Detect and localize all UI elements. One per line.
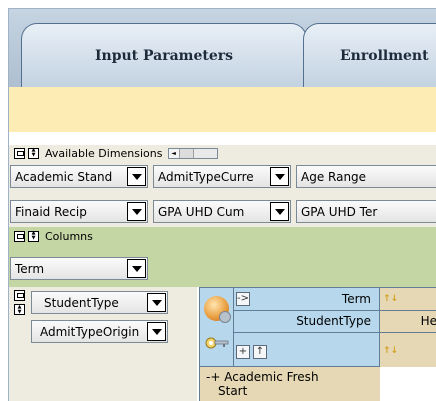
chevron-down-icon[interactable]	[270, 202, 289, 221]
spacer	[9, 132, 436, 145]
available-dimensions-panel: ▲ ▼ Available Dimensions ◄ Academic Stand…	[9, 145, 436, 227]
dimension-label: StudentType	[44, 295, 119, 310]
column-dimension-header: Term	[341, 292, 371, 306]
column-member-header: ↑↓ He ↑↓	[380, 287, 436, 367]
dimension-gpa-uhd-term[interactable]: GPA UHD Ter	[296, 200, 436, 223]
chevron-down-icon[interactable]	[147, 293, 166, 312]
divider	[234, 332, 380, 333]
scroll-left-icon[interactable]: ◄	[168, 148, 180, 158]
tab-input-parameters[interactable]: Input Parameters	[21, 23, 307, 87]
pivot-grid: -> Term StudentType + ↑ ↑↓ He ↑↓ -+ Acad	[199, 287, 436, 401]
tab-enrollment[interactable]: Enrollment	[303, 23, 436, 87]
divider	[380, 332, 436, 333]
row-dimension-student-type[interactable]: StudentType	[31, 291, 168, 314]
key-icon	[205, 337, 229, 349]
olap-cube-icon	[204, 296, 231, 323]
dimension-gpa-uhd-cum[interactable]: GPA UHD Cum	[153, 200, 291, 223]
column-dimension-term[interactable]: Term	[10, 257, 148, 280]
dimension-label: Age Range	[301, 169, 367, 184]
available-dimensions-label: Available Dimensions	[45, 146, 163, 160]
chevron-down-icon[interactable]	[127, 202, 146, 221]
olap-pivot-frame: Input Parameters Enrollment ▲ ▼ Available…	[8, 8, 436, 401]
dimension-academic-standing[interactable]: Academic Stand	[10, 165, 148, 188]
sort-button[interactable]: ↑	[253, 345, 267, 359]
divider	[233, 288, 234, 368]
dimension-label: Academic Stand	[15, 169, 113, 184]
available-dimensions-header: ▲ ▼ Available Dimensions ◄	[14, 145, 218, 161]
dimension-label: GPA UHD Ter	[301, 204, 378, 219]
chevron-down-icon[interactable]	[127, 167, 146, 186]
rows-controls: ▲ ▼	[14, 290, 25, 315]
minimize-icon[interactable]	[14, 290, 25, 301]
row-member-academic-fresh-start[interactable]: -+ Academic Fresh Start	[199, 367, 380, 401]
up-down-icon[interactable]: ▲ ▼	[14, 304, 25, 315]
collapse-button[interactable]: ->	[236, 292, 250, 306]
dimension-label: AdmitTypeCurre	[158, 169, 254, 184]
dimension-label: AdmitTypeOrigin	[40, 324, 140, 339]
sort-ascending-icon[interactable]: ↑↓	[383, 345, 398, 357]
columns-panel: ▲ ▼ Columns Term	[9, 227, 436, 287]
expand-icon[interactable]: -+	[206, 370, 220, 384]
chevron-down-icon[interactable]	[127, 259, 146, 278]
grid-header-area: -> Term StudentType + ↑	[199, 287, 380, 368]
column-member-label[interactable]: He	[421, 314, 436, 328]
dimension-label: GPA UHD Cum	[158, 204, 245, 219]
row-dimension-header: StudentType	[296, 314, 371, 328]
row-member-label: -+ Academic Fresh Start	[206, 370, 319, 398]
row-member-text-line1: Academic Fresh	[224, 370, 319, 384]
up-down-icon[interactable]: ▲ ▼	[28, 230, 39, 242]
sort-ascending-icon[interactable]: ↑↓	[383, 293, 398, 305]
dimension-label: Term	[15, 261, 45, 276]
rows-and-grid: ▲ ▼ StudentType AdmitTypeOrigin -> Term …	[9, 287, 436, 401]
columns-label: Columns	[45, 229, 93, 243]
dimension-age-range[interactable]: Age Range	[296, 165, 436, 188]
divider	[380, 310, 436, 311]
scroll-thumb[interactable]	[179, 148, 194, 158]
parameters-panel	[9, 87, 436, 132]
row-member-text-line2: Start	[218, 384, 248, 398]
minimize-icon[interactable]	[14, 230, 25, 242]
dimension-admit-type-current[interactable]: AdmitTypeCurre	[153, 165, 291, 188]
columns-header: ▲ ▼ Columns	[14, 229, 93, 243]
up-down-icon[interactable]: ▲ ▼	[28, 147, 39, 159]
minimize-icon[interactable]	[14, 147, 25, 159]
dimension-finaid-recip[interactable]: Finaid Recip	[10, 200, 148, 223]
tab-bar: Input Parameters Enrollment	[9, 9, 436, 87]
chevron-down-icon[interactable]	[270, 167, 289, 186]
divider	[234, 310, 380, 311]
rows-panel: ▲ ▼ StudentType AdmitTypeOrigin	[9, 287, 197, 401]
dimension-label: Finaid Recip	[15, 204, 87, 219]
expand-all-button[interactable]: +	[236, 345, 250, 359]
dimensions-scrollbar[interactable]: ◄	[167, 147, 218, 159]
row-dimension-admit-type-origin[interactable]: AdmitTypeOrigin	[31, 320, 168, 343]
chevron-down-icon[interactable]	[147, 322, 166, 341]
